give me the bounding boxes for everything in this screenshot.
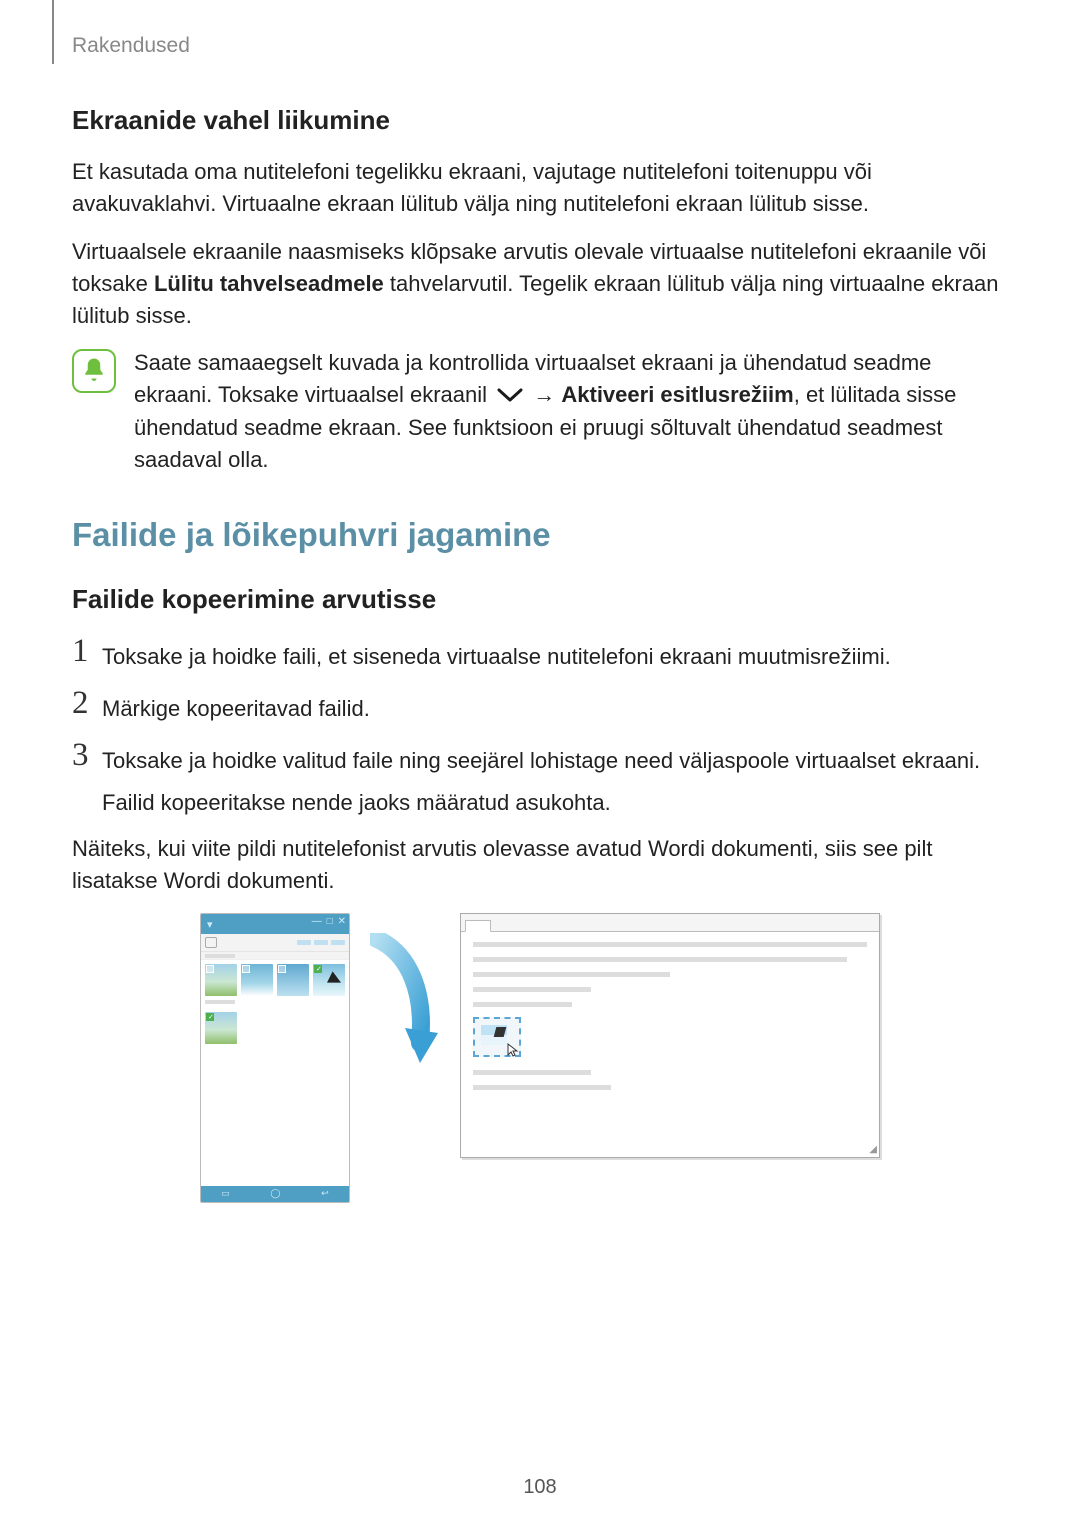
step-1-text: Toksake ja hoidke faili, et siseneda vir… — [102, 635, 891, 673]
step-3-main: Toksake ja hoidke valitud faile ning see… — [102, 748, 980, 773]
nav-back-icon: ↩ — [321, 1188, 329, 1199]
paragraph-example: Näiteks, kui viite pildi nutitelefonist … — [72, 833, 1008, 897]
paragraph-2: Virtuaalsele ekraanile naasmiseks klõpsa… — [72, 236, 1008, 332]
note-bell-icon — [72, 349, 116, 393]
nav-recent-icon: ▭ — [221, 1188, 230, 1199]
section-heading-screens: Ekraanide vahel liikumine — [72, 105, 1008, 136]
maximize-icon: □ — [327, 917, 333, 927]
close-icon: ✕ — [338, 917, 346, 927]
resize-grip-icon: ◢ — [869, 1144, 877, 1155]
paragraph-2-bold: Lülitu tahvelseadmele — [154, 271, 384, 296]
titlebar-chevron-icon: ▾ — [207, 918, 213, 931]
gallery-thumb-selected — [205, 1012, 237, 1044]
drop-target — [473, 1017, 521, 1057]
breadcrumb: Rakendused — [72, 34, 1008, 58]
gallery-thumb — [205, 964, 237, 996]
step-number-1: 1 — [72, 635, 102, 668]
gallery-thumb-selected — [313, 964, 345, 996]
phone-tab-icon — [205, 937, 217, 948]
gallery-thumb — [277, 964, 309, 996]
step-3-text: Toksake ja hoidke valitud faile ning see… — [102, 739, 980, 819]
step-3-sub: Failid kopeeritakse nende jaoks määratud… — [102, 787, 980, 819]
drag-arrow-icon — [370, 933, 440, 1053]
note-text: Saate samaaegselt kuvada ja kontrollida … — [134, 347, 1008, 476]
gallery-thumb — [241, 964, 273, 996]
illustration: ▾ — □ ✕ — [72, 913, 1008, 1203]
chevron-down-icon — [497, 381, 523, 413]
step-number-2: 2 — [72, 687, 102, 720]
section-heading-files: Failide ja lõikepuhvri jagamine — [72, 516, 1008, 554]
note-bold: Aktiveeri esitlusrežiim — [561, 382, 793, 407]
step-2-text: Märkige kopeeritavad failid. — [102, 687, 370, 725]
cursor-icon — [507, 1043, 521, 1057]
subheading-copy-files: Failide kopeerimine arvutisse — [72, 584, 1008, 615]
note-arrow: → — [533, 382, 555, 407]
step-number-3: 3 — [72, 739, 102, 772]
illustration-document-window: ◢ — [460, 913, 880, 1158]
header-divider — [52, 0, 54, 64]
paragraph-1: Et kasutada oma nutitelefoni tegelikku e… — [72, 156, 1008, 220]
illustration-phone: ▾ — □ ✕ — [200, 913, 350, 1203]
nav-home-icon: ◯ — [270, 1188, 280, 1199]
minimize-icon: — — [312, 917, 322, 927]
page-number: 108 — [0, 1476, 1080, 1499]
